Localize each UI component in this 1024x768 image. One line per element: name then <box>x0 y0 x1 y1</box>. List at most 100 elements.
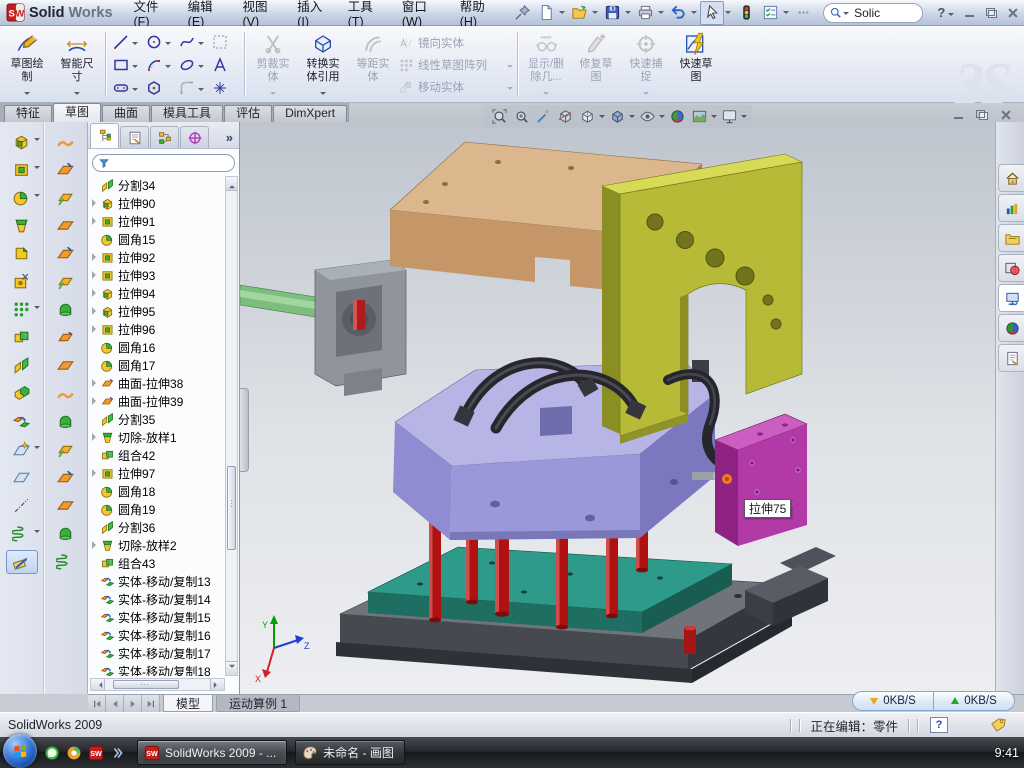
feature-tool-button[interactable] <box>7 466 37 488</box>
quick-tool-button[interactable] <box>601 2 623 24</box>
panel-splitter-handle[interactable] <box>240 388 249 472</box>
feature-tree-item[interactable]: 组合43 <box>90 554 225 572</box>
scrollbar-thumb[interactable] <box>113 680 179 689</box>
tray-icon[interactable] <box>761 745 777 761</box>
sketch-tool-button[interactable] <box>109 76 142 99</box>
feature-tree-item[interactable]: 圆角19 <box>90 500 225 518</box>
ribbon-button[interactable]: 修复草图 <box>571 28 621 101</box>
mold-tool-button[interactable] <box>51 522 81 544</box>
scrollbar-thumb[interactable] <box>227 466 236 550</box>
mold-tool-button[interactable] <box>51 494 81 516</box>
expand-arrow-icon[interactable] <box>90 307 99 316</box>
doc-restore-button[interactable] <box>973 107 991 123</box>
feature-tool-button[interactable] <box>7 438 37 460</box>
quick-launch-button[interactable] <box>63 741 85 765</box>
ribbon-stack-button[interactable]: 镜向实体 <box>398 33 514 52</box>
mold-tool-button[interactable] <box>51 130 81 152</box>
close-button[interactable] <box>1005 5 1021 21</box>
quick-tool-button[interactable] <box>759 2 781 24</box>
sketch-tool-button[interactable] <box>208 30 241 53</box>
ribbon-button[interactable]: 快速草图 <box>671 28 721 101</box>
task-pane-tab[interactable] <box>998 284 1024 312</box>
feature-tool-button[interactable] <box>7 214 37 236</box>
feature-tree-item[interactable]: 拉伸91 <box>90 212 225 230</box>
sketch-tool-button[interactable] <box>109 30 142 53</box>
expand-arrow-icon[interactable] <box>90 325 99 334</box>
sketch-tool-button[interactable] <box>175 53 208 76</box>
feature-tool-button[interactable] <box>7 326 37 348</box>
feature-tree-item[interactable]: 实体-移动/复制14 <box>90 590 225 608</box>
feature-tool-button[interactable] <box>7 158 37 180</box>
tray-icon[interactable] <box>953 745 969 761</box>
command-tab[interactable]: 曲面 <box>102 105 150 122</box>
feature-tree-item[interactable]: 拉伸97 <box>90 464 225 482</box>
feature-tree-item[interactable]: 实体-移动/复制18 <box>90 662 225 676</box>
scroll-right-arrow[interactable] <box>210 679 224 690</box>
feature-tree-item[interactable]: 拉伸93 <box>90 266 225 284</box>
feature-tool-button[interactable] <box>7 270 37 292</box>
status-help-button[interactable]: ? <box>930 717 948 733</box>
expand-arrow-icon[interactable] <box>90 397 99 406</box>
quick-launch-button[interactable] <box>107 741 129 765</box>
command-tab[interactable]: 评估 <box>224 105 272 122</box>
feature-tool-button[interactable] <box>7 186 37 208</box>
feature-tool-button[interactable] <box>7 354 37 376</box>
study-nav-button[interactable] <box>142 695 160 712</box>
quick-tool-button[interactable] <box>568 2 590 24</box>
quick-launch-button[interactable]: SW <box>85 741 107 765</box>
ribbon-button[interactable]: 智能尺寸 <box>52 28 102 101</box>
manager-tab[interactable] <box>150 126 179 148</box>
start-button[interactable] <box>3 734 37 768</box>
task-pane-tab[interactable] <box>998 164 1024 192</box>
task-pane-tab[interactable] <box>998 194 1024 222</box>
feature-tree-item[interactable]: 实体-移动/复制15 <box>90 608 225 626</box>
tray-icon[interactable] <box>899 745 915 761</box>
mold-tool-button[interactable] <box>51 410 81 432</box>
feature-tree-item[interactable]: 实体-移动/复制13 <box>90 572 225 590</box>
feature-tree-item[interactable]: 实体-移动/复制17 <box>90 644 225 662</box>
view-tool-button[interactable] <box>532 107 554 127</box>
part-gray-insert[interactable] <box>315 260 406 396</box>
expand-arrow-icon[interactable] <box>90 379 99 388</box>
mold-tool-button[interactable] <box>51 382 81 404</box>
graphics-area[interactable]: Y Z X <box>240 122 995 694</box>
feature-tree-item[interactable]: 圆角16 <box>90 338 225 356</box>
task-pane-tab[interactable] <box>998 344 1024 372</box>
doc-minimize-button[interactable] <box>949 107 967 123</box>
expand-arrow-icon[interactable] <box>90 433 99 442</box>
feature-tree-item[interactable]: 拉伸95 <box>90 302 225 320</box>
mold-tool-button[interactable] <box>51 354 81 376</box>
feature-tree-item[interactable]: 拉伸94 <box>90 284 225 302</box>
quick-tool-button[interactable] <box>667 2 689 24</box>
feature-tool-button[interactable] <box>6 550 38 574</box>
study-tab[interactable]: 模型 <box>163 695 213 712</box>
part-magenta-block[interactable] <box>715 414 807 546</box>
ribbon-stack-button[interactable]: 移动实体 <box>398 77 514 96</box>
tray-icon[interactable] <box>917 745 933 761</box>
command-tab[interactable]: 特征 <box>4 105 52 122</box>
ribbon-button[interactable]: 显示/删除几... <box>521 28 571 101</box>
feature-tree-item[interactable]: 实体-移动/复制16 <box>90 626 225 644</box>
tray-icon[interactable] <box>971 745 987 761</box>
tree-horizontal-scrollbar[interactable] <box>90 678 225 691</box>
sketch-tool-button[interactable] <box>175 76 208 99</box>
sketch-tool-button[interactable] <box>142 76 175 99</box>
feature-tree-item[interactable]: 拉伸90 <box>90 194 225 212</box>
search-dropdown-caret[interactable] <box>843 12 849 18</box>
expand-arrow-icon[interactable] <box>90 541 99 550</box>
ribbon-button[interactable]: 转换实体引用 <box>298 28 348 101</box>
feature-tree-item[interactable]: 拉伸96 <box>90 320 225 338</box>
ribbon-stack-button[interactable]: 线性草图阵列 <box>398 55 514 74</box>
view-tool-button[interactable] <box>510 107 532 127</box>
feature-tree-item[interactable]: 切除-放样2 <box>90 536 225 554</box>
mold-tool-button[interactable] <box>51 326 81 348</box>
expand-arrow-icon[interactable] <box>90 469 99 478</box>
manager-tabs-overflow[interactable]: » <box>226 130 237 148</box>
study-nav-button[interactable] <box>106 695 124 712</box>
search-input[interactable] <box>852 5 914 21</box>
minimize-button[interactable] <box>961 5 977 21</box>
feature-tree-item[interactable]: 圆角15 <box>90 230 225 248</box>
search-box[interactable] <box>823 3 923 23</box>
tray-icon[interactable] <box>935 745 951 761</box>
expand-arrow-icon[interactable] <box>90 271 99 280</box>
